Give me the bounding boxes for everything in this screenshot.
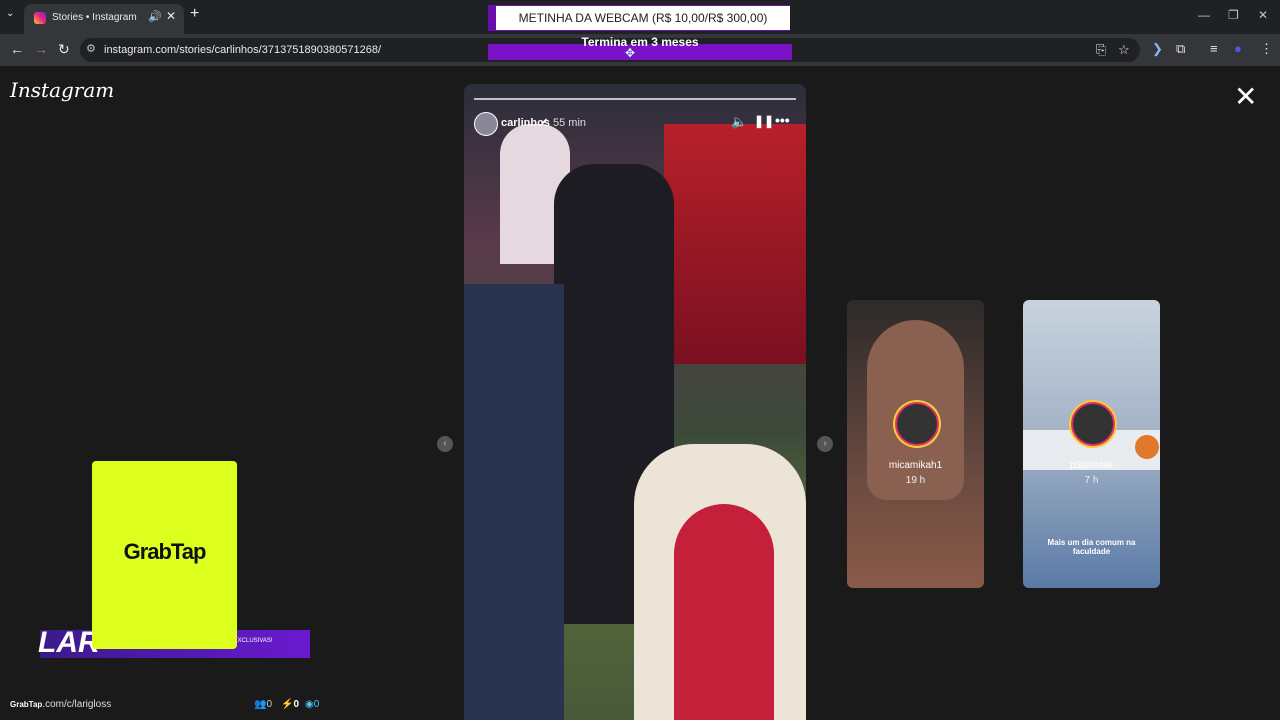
goal-sparkle-icon: ✥	[625, 46, 636, 60]
story-user-avatar[interactable]	[474, 112, 498, 136]
grabtap-ad-card: GrabTap	[92, 461, 237, 649]
tab-audio-icon[interactable]: 🔊	[148, 10, 162, 23]
story-preview-micamikah1[interactable]: micamikah1 19 h	[847, 300, 984, 588]
preview-avatar	[895, 402, 939, 446]
tab-close-icon[interactable]: ✕	[166, 9, 176, 23]
stream-url: GrabTap.com/c/larigloss	[10, 699, 111, 710]
previous-story-chevron-left-icon[interactable]: ‹	[437, 436, 453, 452]
reload-icon[interactable]: ↻	[58, 41, 70, 58]
profile-avatar-icon[interactable]: ●	[1234, 41, 1242, 56]
extensions-puzzle-icon[interactable]: ⧉	[1176, 41, 1185, 57]
bookmark-star-icon[interactable]: ☆	[1118, 42, 1130, 58]
scene-red-building-shape	[664, 124, 806, 364]
viewers-icon: 👥	[254, 699, 267, 710]
new-tab-button[interactable]: +	[190, 5, 199, 23]
story-progress-bar	[474, 98, 796, 100]
coin-count: 0	[313, 699, 320, 710]
instagram-logo[interactable]: Instagram	[10, 78, 114, 102]
close-story-viewer-icon[interactable]: ✕	[1234, 80, 1257, 113]
window-close-icon[interactable]: ✕	[1258, 8, 1268, 22]
scene-red-hair-shape	[674, 504, 774, 720]
forward-arrow-icon[interactable]: →	[34, 41, 48, 57]
coin-stat: ◉0	[305, 699, 319, 710]
stream-url-path: .com/c/larigloss	[42, 699, 112, 710]
preview-caption: Mais um dia comum na faculdade	[1047, 538, 1136, 556]
tab-instagram-stories[interactable]: Stories • Instagram 🔊 ✕	[24, 4, 184, 34]
menu-kebab-icon[interactable]: ⋮	[1260, 41, 1273, 57]
bolt-count: 0	[293, 699, 300, 710]
sound-icon[interactable]: 🔈	[731, 114, 747, 130]
extension-wave-icon[interactable]: ❯	[1152, 41, 1163, 57]
verified-badge-icon: ✔	[540, 117, 549, 128]
restore-icon[interactable]: ❐	[1228, 8, 1239, 22]
site-info-icon[interactable]: ⚙	[86, 42, 96, 55]
grabtap-logo: GrabTap	[123, 539, 207, 564]
media-queue-icon[interactable]: ≡	[1210, 41, 1218, 56]
preview-timestamp: 19 h	[905, 475, 926, 486]
preview-username: p3dr0visk	[1070, 460, 1113, 471]
lari-text: LAR	[38, 626, 100, 659]
goal-end-text: Termina em 3 meses	[581, 35, 699, 49]
tab-list-chevron-down-icon[interactable]: ⌄	[6, 8, 14, 19]
instagram-favicon-icon	[34, 12, 46, 24]
back-arrow-icon[interactable]: ←	[10, 41, 24, 57]
more-options-icon[interactable]: •••	[775, 112, 790, 128]
bolt-icon: ⚡	[281, 699, 294, 710]
scene-left-person-shape	[464, 284, 564, 720]
goal-title: METINHA DA WEBCAM (R$ 10,00/R$ 300,00)	[496, 6, 790, 30]
preview-ball-shape	[1135, 435, 1159, 459]
story-timestamp: 55 min	[553, 117, 587, 129]
preview-timestamp: 7 h	[1084, 475, 1099, 486]
url-text[interactable]: instagram.com/stories/carlinhos/37137518…	[104, 44, 381, 56]
minimize-icon[interactable]: —	[1198, 8, 1210, 22]
story-preview-p3dr0visk[interactable]: p3dr0visk 7 h Mais um dia comum na facul…	[1023, 300, 1160, 588]
coin-icon: ◉	[305, 699, 314, 710]
viewers-stat: 👥0	[254, 699, 272, 710]
preview-avatar	[1071, 402, 1115, 446]
install-app-icon[interactable]: ⎘	[1096, 42, 1106, 58]
tab-title: Stories • Instagram	[52, 12, 137, 23]
story-media[interactable]: carlinhos ✔ 55 min 🔈 ❚❚ •••	[464, 84, 806, 720]
stream-brand: GrabTap	[10, 700, 43, 709]
next-story-chevron-right-icon[interactable]: ›	[817, 436, 833, 452]
preview-username: micamikah1	[888, 460, 943, 471]
viewers-count: 0	[266, 699, 273, 710]
bolt-stat: ⚡0	[281, 699, 299, 710]
pause-icon[interactable]: ❚❚	[754, 114, 774, 128]
